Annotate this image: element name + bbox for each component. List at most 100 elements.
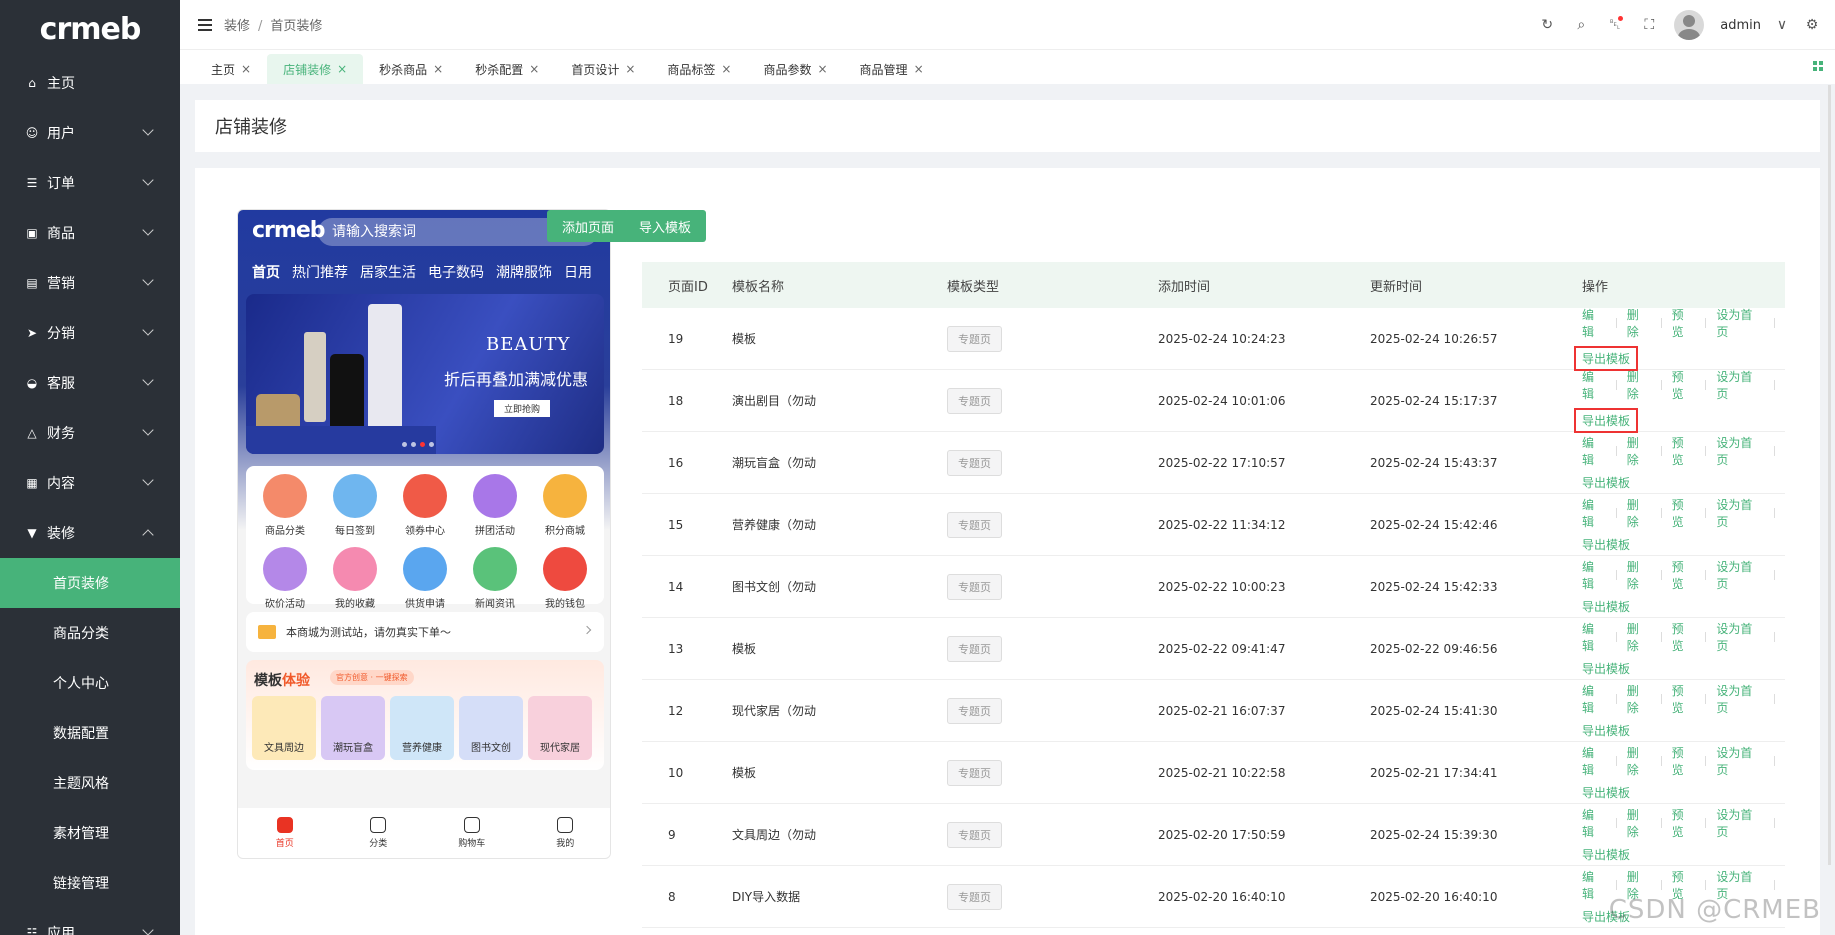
sidebar-item-4[interactable]: ▤ 营销 bbox=[0, 258, 180, 308]
phone-icon-item[interactable]: 拼团活动 bbox=[460, 474, 530, 537]
edit-link[interactable]: 编辑 bbox=[1582, 496, 1606, 530]
export-template-link[interactable]: 导出模板 bbox=[1582, 722, 1630, 739]
export-template-link[interactable]: 导出模板 bbox=[1582, 660, 1630, 677]
preview-link[interactable]: 预览 bbox=[1672, 434, 1696, 468]
export-template-link[interactable]: 导出模板 bbox=[1582, 598, 1630, 615]
preview-link[interactable]: 预览 bbox=[1672, 496, 1696, 530]
tab-5[interactable]: 商品标签 × bbox=[651, 54, 747, 84]
sidebar-item-8[interactable]: ▦ 内容 bbox=[0, 458, 180, 508]
phone-icon-item[interactable]: 每日签到 bbox=[320, 474, 390, 537]
edit-link[interactable]: 编辑 bbox=[1582, 744, 1606, 778]
phone-icon-item[interactable]: 砍价活动 bbox=[250, 547, 320, 610]
search-icon[interactable]: ⌕ bbox=[1572, 16, 1590, 34]
sidebar-subitem-0[interactable]: 首页装修 bbox=[0, 558, 180, 608]
delete-link[interactable]: 删除 bbox=[1627, 558, 1651, 592]
edit-link[interactable]: 编辑 bbox=[1582, 368, 1606, 402]
delete-link[interactable]: 删除 bbox=[1627, 434, 1651, 468]
delete-link[interactable]: 删除 bbox=[1627, 306, 1651, 340]
tab-0[interactable]: 主页 × bbox=[195, 54, 267, 84]
template-card[interactable]: 文具周边 bbox=[252, 696, 316, 760]
fullscreen-icon[interactable]: ⛶ bbox=[1640, 16, 1658, 34]
gear-icon[interactable]: ⚙ bbox=[1803, 16, 1821, 34]
scrollbar[interactable] bbox=[1828, 85, 1831, 865]
sidebar-item-6[interactable]: ◒ 客服 bbox=[0, 358, 180, 408]
phone-category-0[interactable]: 首页 bbox=[252, 262, 280, 282]
edit-link[interactable]: 编辑 bbox=[1582, 558, 1606, 592]
preview-link[interactable]: 预览 bbox=[1672, 744, 1696, 778]
set-home-link[interactable]: 设为首页 bbox=[1716, 620, 1764, 654]
close-icon[interactable]: × bbox=[337, 62, 347, 76]
export-template-link[interactable]: 导出模板 bbox=[1582, 536, 1630, 553]
phone-icon-item[interactable]: 供货申请 bbox=[390, 547, 460, 610]
phone-icon-item[interactable]: 我的收藏 bbox=[320, 547, 390, 610]
refresh-icon[interactable]: ↻ bbox=[1538, 16, 1556, 34]
preview-link[interactable]: 预览 bbox=[1672, 620, 1696, 654]
delete-link[interactable]: 删除 bbox=[1627, 620, 1651, 654]
set-home-link[interactable]: 设为首页 bbox=[1716, 682, 1764, 716]
phone-category-4[interactable]: 潮牌服饰 bbox=[496, 262, 552, 282]
sidebar-subitem-4[interactable]: 主题风格 bbox=[0, 758, 180, 808]
template-card[interactable]: 潮玩盲盒 bbox=[321, 696, 385, 760]
sidebar-item-decorate[interactable]: ▼ 装修 bbox=[0, 508, 180, 558]
delete-link[interactable]: 删除 bbox=[1627, 682, 1651, 716]
phone-category-2[interactable]: 居家生活 bbox=[360, 262, 416, 282]
edit-link[interactable]: 编辑 bbox=[1582, 806, 1606, 840]
delete-link[interactable]: 删除 bbox=[1627, 744, 1651, 778]
set-home-link[interactable]: 设为首页 bbox=[1716, 306, 1764, 340]
add-page-button[interactable]: 添加页面 bbox=[547, 210, 630, 242]
sidebar-item-2[interactable]: ☰ 订单 bbox=[0, 158, 180, 208]
phone-notice[interactable]: 本商城为测试站，请勿真实下单～ bbox=[246, 612, 604, 652]
close-icon[interactable]: × bbox=[433, 62, 443, 76]
phone-nav-0[interactable]: 首页 bbox=[238, 808, 332, 858]
sidebar-subitem-5[interactable]: 素材管理 bbox=[0, 808, 180, 858]
tab-7[interactable]: 商品管理 × bbox=[844, 54, 940, 84]
chevron-down-icon[interactable]: ∨ bbox=[1777, 16, 1787, 34]
phone-icon-item[interactable]: 积分商城 bbox=[530, 474, 600, 537]
sidebar-item-0[interactable]: ⌂ 主页 bbox=[0, 58, 180, 108]
preview-link[interactable]: 预览 bbox=[1672, 806, 1696, 840]
breadcrumb-item[interactable]: 装修 bbox=[224, 19, 250, 34]
sidebar-subitem-2[interactable]: 个人中心 bbox=[0, 658, 180, 708]
export-template-link[interactable]: 导出模板 bbox=[1582, 784, 1630, 801]
edit-link[interactable]: 编辑 bbox=[1582, 306, 1606, 340]
set-home-link[interactable]: 设为首页 bbox=[1716, 434, 1764, 468]
close-icon[interactable]: × bbox=[721, 62, 731, 76]
sidebar-item-5[interactable]: ➤ 分销 bbox=[0, 308, 180, 358]
phone-category-3[interactable]: 电子数码 bbox=[428, 262, 484, 282]
sidebar-subitem-3[interactable]: 数据配置 bbox=[0, 708, 180, 758]
phone-banner[interactable]: BEAUTY 折后再叠加满减优惠 立即抢购 bbox=[246, 294, 604, 454]
user-name[interactable]: admin bbox=[1720, 18, 1761, 33]
preview-link[interactable]: 预览 bbox=[1672, 368, 1696, 402]
phone-category-1[interactable]: 热门推荐 bbox=[292, 262, 348, 282]
import-template-button[interactable]: 导入模板 bbox=[624, 210, 707, 242]
tab-6[interactable]: 商品参数 × bbox=[747, 54, 843, 84]
phone-nav-3[interactable]: 我的 bbox=[519, 808, 611, 858]
set-home-link[interactable]: 设为首页 bbox=[1716, 368, 1764, 402]
delete-link[interactable]: 删除 bbox=[1627, 496, 1651, 530]
export-template-link[interactable]: 导出模板 bbox=[1574, 408, 1639, 433]
phone-category-5[interactable]: 日用 bbox=[564, 262, 592, 282]
preview-link[interactable]: 预览 bbox=[1672, 682, 1696, 716]
close-icon[interactable]: × bbox=[625, 62, 635, 76]
delete-link[interactable]: 删除 bbox=[1627, 368, 1651, 402]
close-icon[interactable]: × bbox=[914, 62, 924, 76]
menu-toggle-icon[interactable] bbox=[198, 16, 212, 34]
tab-4[interactable]: 首页设计 × bbox=[555, 54, 651, 84]
preview-link[interactable]: 预览 bbox=[1672, 558, 1696, 592]
edit-link[interactable]: 编辑 bbox=[1582, 434, 1606, 468]
phone-nav-1[interactable]: 分类 bbox=[332, 808, 426, 858]
phone-nav-2[interactable]: 购物车 bbox=[425, 808, 519, 858]
bell-icon[interactable]: ␇ bbox=[1606, 16, 1624, 34]
tab-3[interactable]: 秒杀配置 × bbox=[459, 54, 555, 84]
set-home-link[interactable]: 设为首页 bbox=[1716, 806, 1764, 840]
edit-link[interactable]: 编辑 bbox=[1582, 868, 1606, 902]
avatar[interactable] bbox=[1674, 10, 1705, 40]
grid-icon[interactable] bbox=[1813, 61, 1823, 71]
template-card[interactable]: 图书文创 bbox=[459, 696, 523, 760]
sidebar-item-7[interactable]: △ 财务 bbox=[0, 408, 180, 458]
phone-icon-item[interactable]: 领券中心 bbox=[390, 474, 460, 537]
set-home-link[interactable]: 设为首页 bbox=[1716, 496, 1764, 530]
delete-link[interactable]: 删除 bbox=[1627, 806, 1651, 840]
edit-link[interactable]: 编辑 bbox=[1582, 620, 1606, 654]
sidebar-item-1[interactable]: ☺ 用户 bbox=[0, 108, 180, 158]
